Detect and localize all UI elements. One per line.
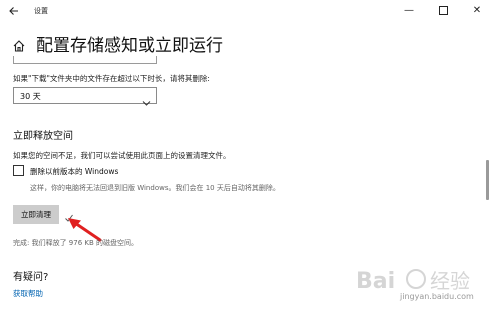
back-arrow-icon[interactable] <box>8 5 22 19</box>
downloads-duration-select[interactable]: 30 天 <box>13 87 157 106</box>
minimize-icon[interactable]: — <box>400 3 418 19</box>
svg-text:Bai: Bai <box>356 269 395 294</box>
free-space-description: 如果您的空间不足，我们可以尝试使用此页面上的设置清理文件。 <box>13 151 231 160</box>
clean-now-button[interactable]: 立即清理 <box>13 205 59 224</box>
watermark-url: jingyan.baidu.com <box>400 292 474 301</box>
chevron-down-icon <box>142 92 151 106</box>
help-heading: 有疑问? <box>13 272 49 283</box>
free-space-heading: 立即释放空间 <box>13 131 73 142</box>
select-value: 30 天 <box>20 92 41 101</box>
title-bar: 设置 — ✕ <box>0 0 500 24</box>
downloads-prompt: 如果"下载"文件夹中的文件存在超过以下时长，请将其删除: <box>13 74 210 83</box>
scrollbar-thumb[interactable] <box>486 160 489 200</box>
home-icon[interactable] <box>12 38 26 52</box>
previous-dropdown-edge[interactable] <box>13 56 157 64</box>
close-icon[interactable]: ✕ <box>468 3 486 19</box>
delete-old-windows-checkbox[interactable] <box>13 165 24 176</box>
checkbox-label: 删除以前版本的 Windows <box>30 167 119 176</box>
maximize-icon[interactable] <box>434 3 452 19</box>
page-title: 配置存储感知或立即运行 <box>36 36 223 56</box>
window-title: 设置 <box>34 7 48 15</box>
clean-result-text: 完成: 我们释放了 976 KB 的磁盘空间。 <box>13 239 139 247</box>
checkbox-note: 这样，你的电脑将无法回退到旧版 Windows。我们会在 10 天后自动将其删除… <box>30 184 280 192</box>
get-help-link[interactable]: 获取帮助 <box>13 288 43 299</box>
svg-text:经验: 经验 <box>430 269 470 293</box>
